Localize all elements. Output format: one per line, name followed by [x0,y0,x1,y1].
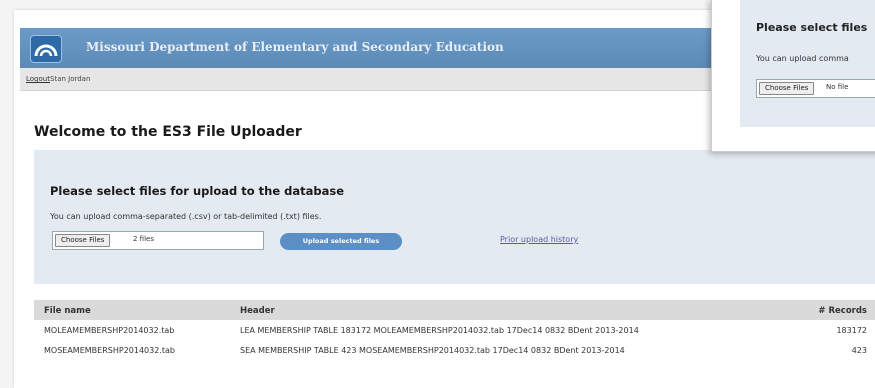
popup-upload-panel: Please select files You can upload comma… [740,0,875,127]
upload-selected-files-button[interactable]: Upload selected files [280,233,402,250]
upload-heading: Please select files for upload to the da… [50,184,345,198]
cell-header: LEA MEMBERSHIP TABLE 183172 MOLEAMEMBERS… [240,326,639,335]
popup-heading: Please select files [756,21,868,34]
cell-records: 423 [851,346,867,355]
popup-file-status: No file [826,83,849,91]
logout-link[interactable]: Logout [26,75,50,83]
cell-header: SEA MEMBERSHIP TABLE 423 MOSEAMEMBERSHP2… [240,346,625,355]
column-file-name: File name [44,306,91,316]
popup-file-input[interactable]: Choose Files No file [756,79,875,98]
zoom-popup: Please select files You can upload comma… [711,0,875,152]
cell-records: 183172 [836,326,867,335]
page-title: Welcome to the ES3 File Uploader [34,124,302,140]
cell-file-name: MOSEAMEMBERSHP2014032.tab [44,346,175,355]
file-status: 2 files [133,235,154,243]
table-row: MOSEAMEMBERSHP2014032.tab SEA MEMBERSHIP… [34,340,875,360]
prior-upload-history-link[interactable]: Prior upload history [500,235,578,244]
user-name: Stan Jordan [50,75,91,83]
column-records: # Records [818,306,867,316]
popup-choose-files-button[interactable]: Choose Files [759,82,815,95]
upload-panel: Please select files for upload to the da… [34,150,875,284]
choose-files-button[interactable]: Choose Files [55,234,111,247]
logo-icon [34,44,58,57]
dese-logo [30,35,62,63]
banner-title: Missouri Department of Elementary and Se… [86,40,504,54]
upload-description: You can upload comma-separated (.csv) or… [50,212,322,221]
cell-file-name: MOLEAMEMBERSHP2014032.tab [44,326,175,335]
column-header: Header [240,306,275,316]
results-table: File name Header # Records MOLEAMEMBERSH… [34,300,875,360]
file-input[interactable]: Choose Files 2 files [52,231,264,250]
table-header: File name Header # Records [34,300,875,320]
table-row: MOLEAMEMBERSHP2014032.tab LEA MEMBERSHIP… [34,320,875,340]
popup-description: You can upload comma [756,54,849,63]
